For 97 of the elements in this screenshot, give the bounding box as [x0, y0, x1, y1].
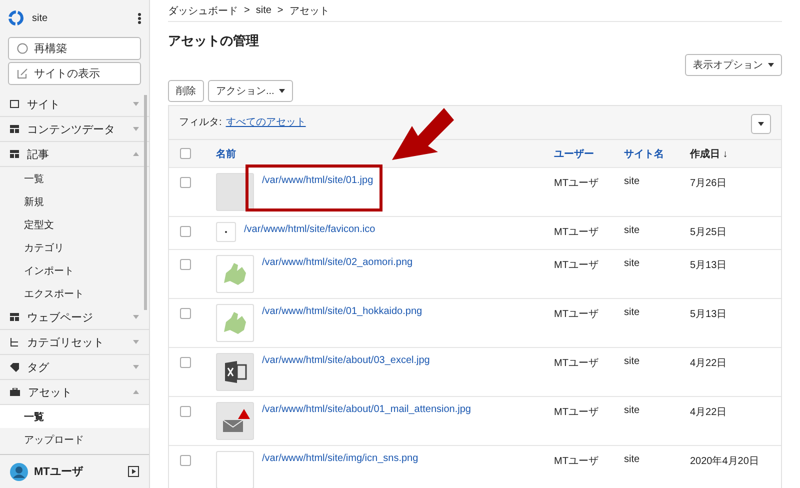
scrollbar[interactable]: [144, 95, 147, 310]
breadcrumb-item[interactable]: ダッシュボード: [168, 4, 238, 18]
asset-link[interactable]: /var/www/html/site/01.jpg: [262, 173, 374, 186]
nav-subitem[interactable]: 一覧: [0, 167, 149, 190]
grid-icon: [10, 150, 19, 158]
map-thumbnail: [216, 255, 254, 293]
user-cell-text: MTユーザ: [554, 406, 600, 419]
date-cell-text: 7月26日: [690, 177, 728, 190]
logo-icon: [8, 10, 24, 26]
image-thumbnail: [216, 173, 254, 211]
nav-subitem[interactable]: 定型文: [0, 213, 149, 236]
user-cell-text: MTユーザ: [554, 177, 600, 190]
chevron-up-icon: [133, 390, 139, 394]
nav-item[interactable]: ウェブページ: [0, 305, 149, 330]
user-cell-text: MTユーザ: [554, 357, 600, 370]
nav-subitem[interactable]: 一覧: [0, 405, 149, 428]
filter-link[interactable]: すべてのアセット: [226, 115, 306, 129]
row-checkbox[interactable]: [180, 226, 191, 237]
tree-icon: [10, 338, 19, 346]
asset-link[interactable]: /var/www/html/site/img/icn_sns.png: [262, 451, 418, 464]
row-checkbox[interactable]: [180, 357, 191, 368]
site-cell-text: site: [624, 404, 641, 416]
chevron-down-icon: [133, 315, 139, 319]
nav-subitem[interactable]: カテゴリ: [0, 236, 149, 259]
briefcase-icon: [10, 388, 20, 396]
column-header[interactable]: ユーザー: [554, 146, 624, 160]
envelope-thumbnail: [216, 402, 254, 440]
delete-button[interactable]: 削除: [168, 80, 204, 102]
breadcrumb-item: アセット: [289, 4, 330, 18]
nav-subitem[interactable]: エクスポート: [0, 282, 149, 305]
image-thumbnail: [216, 222, 236, 242]
user-cell-text: MTユーザ: [554, 259, 600, 272]
row-checkbox[interactable]: [180, 259, 191, 270]
asset-link[interactable]: /var/www/html/site/02_aomori.png: [262, 255, 413, 268]
grid-icon: [10, 125, 19, 133]
edit-icon: [17, 68, 28, 79]
column-header[interactable]: 作成日 ↓: [690, 146, 781, 160]
date-cell-text: 5月13日: [690, 308, 728, 321]
breadcrumb-separator: >: [244, 5, 250, 16]
breadcrumb-separator: >: [277, 5, 284, 16]
map-thumbnail: [216, 304, 254, 342]
nav-item[interactable]: タグ: [0, 355, 149, 380]
caret-icon: [279, 89, 286, 93]
pointer-arrow: [392, 108, 454, 160]
caret-icon: [758, 122, 764, 126]
chevron-down-icon: [133, 127, 139, 131]
date-cell-text: 4月22日: [690, 357, 728, 370]
spreadsheet-thumbnail: [216, 353, 254, 391]
view-site-button[interactable]: サイトの表示: [8, 62, 141, 85]
site-cell-text: site: [624, 355, 641, 367]
filter-menu-button[interactable]: [751, 114, 771, 134]
more-icon[interactable]: [138, 12, 141, 24]
site-cell-text: site: [624, 257, 641, 269]
page-title: アセットの管理: [168, 32, 260, 50]
nav-subitem[interactable]: インポート: [0, 259, 149, 282]
asset-link[interactable]: /var/www/html/site/01_hokkaido.png: [262, 304, 422, 317]
site-cell-text: site: [624, 175, 641, 187]
user-cell-text: MTユーザ: [554, 308, 600, 321]
chevron-down-icon: [133, 365, 139, 369]
nav-subitem[interactable]: アップロード: [0, 428, 149, 451]
chevron-down-icon: [133, 102, 139, 106]
breadcrumb-item[interactable]: site: [256, 5, 272, 16]
chevron-up-icon: [133, 152, 139, 156]
row-checkbox[interactable]: [180, 308, 191, 319]
chevron-down-icon: [133, 340, 139, 344]
asset-link[interactable]: /var/www/html/site/favicon.ico: [244, 222, 376, 235]
actions-button[interactable]: アクション...: [208, 80, 294, 102]
site-cell-text: site: [624, 306, 641, 318]
avatar-icon: [10, 462, 28, 480]
date-cell-text: 5月13日: [690, 259, 728, 272]
asset-link[interactable]: /var/www/html/site/about/03_excel.jpg: [262, 353, 430, 366]
user-cell-text: MTユーザ: [554, 455, 600, 468]
column-header[interactable]: 名前: [206, 146, 554, 160]
play-icon[interactable]: [128, 466, 139, 477]
row-checkbox[interactable]: [180, 177, 191, 188]
date-cell-text: 5月25日: [690, 226, 728, 239]
select-all-checkbox[interactable]: [180, 148, 191, 159]
window-icon: [10, 100, 19, 108]
row-checkbox[interactable]: [180, 406, 191, 417]
column-header[interactable]: サイト名: [624, 146, 690, 160]
date-cell-text: 2020年4月20日: [690, 455, 760, 468]
user-name: MTユーザ: [34, 465, 84, 479]
asset-link[interactable]: /var/www/html/site/about/01_mail_attension.jpg: [262, 402, 471, 415]
nav-subitem[interactable]: 新規: [0, 190, 149, 213]
filter-label: フィルタ:: [179, 116, 222, 129]
user-cell-text: MTユーザ: [554, 226, 600, 239]
site-name: site: [32, 12, 49, 24]
tag-icon: [10, 362, 19, 372]
site-cell-text: site: [624, 453, 641, 465]
site-cell-text: site: [624, 224, 641, 236]
date-cell-text: 4月22日: [690, 406, 728, 419]
rebuild-button[interactable]: 再構築: [8, 37, 141, 60]
row-checkbox[interactable]: [180, 455, 191, 466]
nav-item[interactable]: カテゴリセット: [0, 330, 149, 355]
display-options-button[interactable]: 表示オプション: [685, 54, 782, 76]
caret-icon: [768, 63, 774, 67]
grid-icon: [10, 313, 19, 321]
